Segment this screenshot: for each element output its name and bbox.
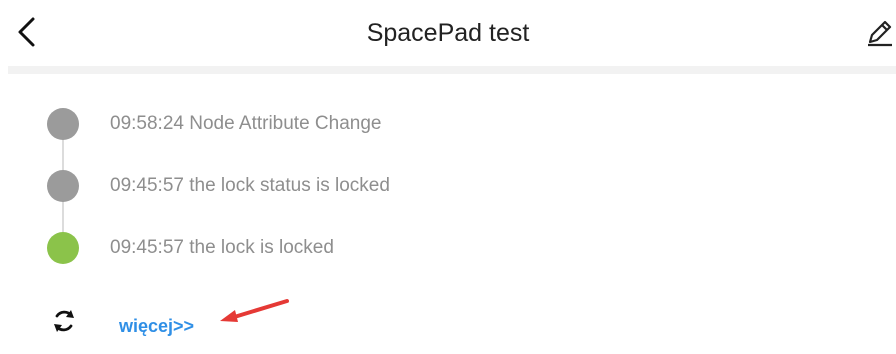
edit-button[interactable] bbox=[864, 14, 896, 50]
event-status-dot bbox=[47, 108, 79, 140]
annotation-arrow-icon bbox=[220, 299, 289, 322]
event-status-dot bbox=[47, 232, 79, 264]
app-header: SpacePad test bbox=[0, 0, 896, 66]
event-text: 09:45:57 the lock status is locked bbox=[110, 175, 390, 196]
timeline-event[interactable]: 09:58:24 Node Attribute Change bbox=[0, 104, 896, 144]
event-status-dot bbox=[47, 170, 79, 202]
event-text: 09:45:57 the lock is locked bbox=[110, 237, 334, 258]
timeline-event[interactable]: 09:45:57 the lock is locked bbox=[0, 228, 896, 268]
event-text: 09:58:24 Node Attribute Change bbox=[110, 113, 382, 134]
page-title: SpacePad test bbox=[366, 19, 530, 47]
pencil-icon bbox=[868, 20, 892, 47]
header-divider bbox=[8, 66, 896, 74]
refresh-icon[interactable] bbox=[50, 307, 78, 335]
event-timeline: 09:58:24 Node Attribute Change 09:45:57 … bbox=[0, 74, 896, 304]
more-link[interactable]: więcej>> bbox=[119, 298, 194, 338]
timeline-event[interactable]: 09:45:57 the lock status is locked bbox=[0, 166, 896, 206]
load-more-row: więcej>> bbox=[0, 298, 896, 338]
